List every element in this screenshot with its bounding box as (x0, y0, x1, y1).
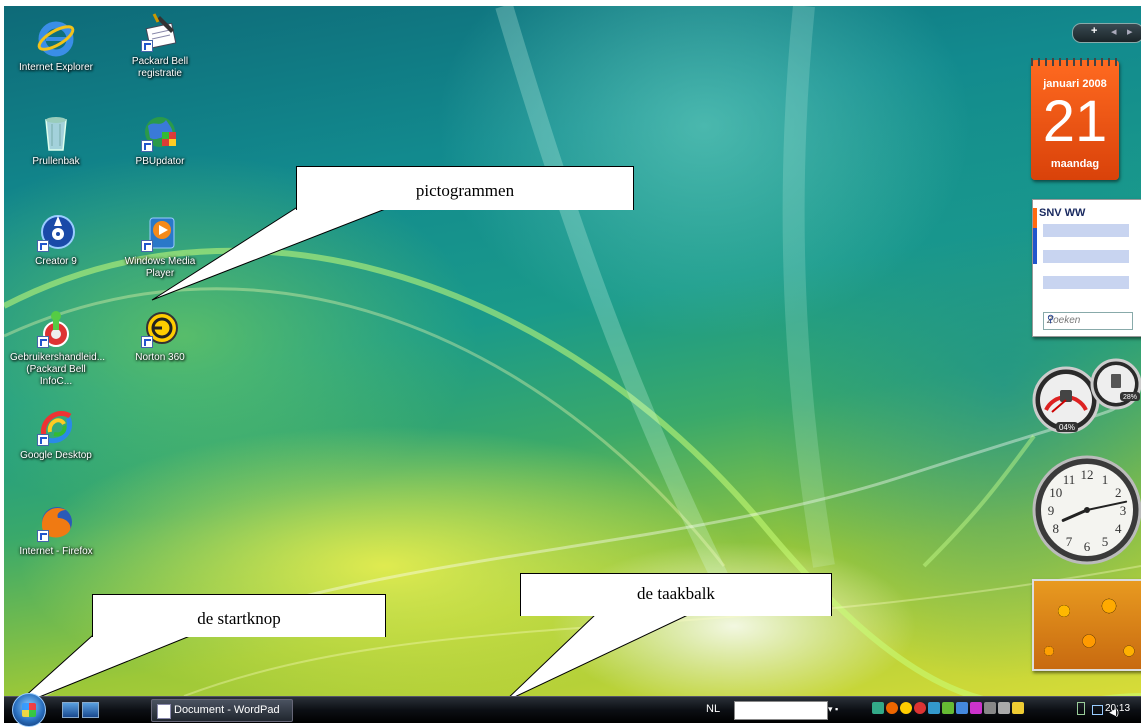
network-icon[interactable] (1092, 705, 1104, 715)
tray-app-icon[interactable] (928, 702, 940, 714)
speaker-icon[interactable] (984, 702, 996, 714)
language-indicator[interactable]: NL (706, 703, 720, 715)
taskbar-button-label: Document - WordPad (174, 704, 280, 716)
tray-app-icon[interactable] (970, 702, 982, 714)
callout-text: pictogrammen (415, 181, 515, 200)
show-desktop-icon[interactable] (62, 702, 79, 718)
switch-windows-icon[interactable] (82, 702, 99, 718)
tray-app-icon[interactable] (900, 702, 912, 714)
tray-app-icon[interactable] (998, 702, 1010, 714)
tray-app-icon[interactable] (886, 702, 898, 714)
callout-startknop: de startknop (92, 594, 386, 637)
tray-app-icon[interactable] (942, 702, 954, 714)
tray-app-icon[interactable] (956, 702, 968, 714)
tray-app-icon[interactable] (872, 702, 884, 714)
taskbar-clock[interactable]: 20:13 (1105, 703, 1130, 714)
tray-app-icon[interactable] (1012, 702, 1024, 714)
wordpad-icon (157, 704, 171, 719)
callout-taakbalk: de taakbalk (520, 573, 832, 616)
notification-area (872, 702, 1042, 718)
taskbar-button-wordpad[interactable]: Document - WordPad (151, 699, 293, 722)
callout-pictogrammen: pictogrammen (296, 166, 634, 210)
chevron-down-icon[interactable]: ▾ ▪ (828, 704, 838, 715)
battery-icon[interactable] (1077, 702, 1085, 715)
address-toolbar-input[interactable] (734, 701, 828, 720)
tray-app-icon[interactable] (914, 702, 926, 714)
taskbar: Document - WordPad NL ▾ ▪ ◀) 20:13 (4, 693, 1141, 727)
callout-text: de taakbalk (637, 584, 715, 603)
callout-text: de startknop (197, 609, 281, 628)
